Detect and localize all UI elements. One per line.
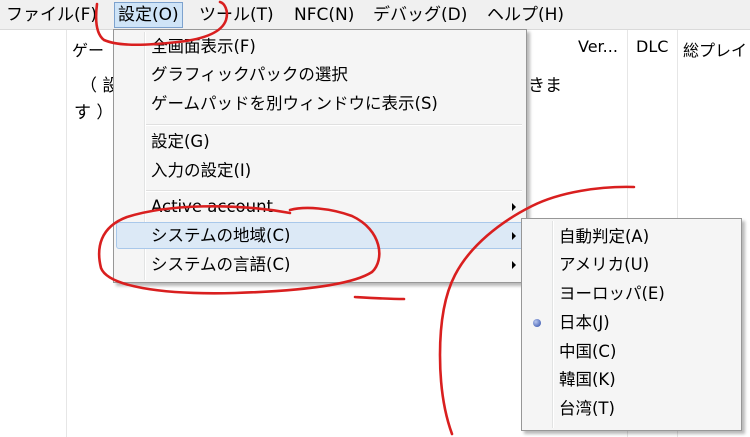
menu-item-system-language[interactable]: システムの言語(C) <box>116 251 524 278</box>
menu-item-label: アメリカ(U) <box>559 255 650 274</box>
menu-separator <box>146 190 522 192</box>
column-game-name[interactable]: ゲー <box>72 37 104 61</box>
settings-dropdown: 全画面表示(F) グラフィックパックの選択 ゲームパッドを別ウィンドウに表示(S… <box>113 29 527 283</box>
submenu-arrow-icon <box>512 261 516 269</box>
menu-item-graphics-pack[interactable]: グラフィックパックの選択 <box>116 61 524 88</box>
radio-selected-icon <box>533 319 541 327</box>
column-version[interactable]: Ver... <box>578 37 618 56</box>
column-divider <box>66 30 67 437</box>
menu-item-label: システムの言語(C) <box>151 255 291 274</box>
menu-item-gamepad-window[interactable]: ゲームパッドを別ウィンドウに表示(S) <box>116 90 524 117</box>
empty-list-message: す ） <box>74 103 114 123</box>
menu-tools[interactable]: ツール(T) <box>196 2 277 28</box>
menu-item-label: 自動判定(A) <box>559 227 650 246</box>
menu-settings[interactable]: 設定(O) <box>114 2 183 28</box>
region-item-europe[interactable]: ヨーロッパ(E) <box>524 280 739 307</box>
region-item-china[interactable]: 中国(C) <box>524 338 739 365</box>
menu-separator <box>146 124 522 126</box>
menu-item-label: 韓国(K) <box>559 370 616 389</box>
menu-debug[interactable]: デバッグ(D) <box>370 2 470 28</box>
menu-item-label: Active account <box>151 197 274 216</box>
region-item-taiwan[interactable]: 台湾(T) <box>524 395 739 422</box>
menu-item-label: グラフィックパックの選択 <box>151 65 348 84</box>
menu-item-label: 中国(C) <box>559 342 617 361</box>
menu-item-label: 全画面表示(F) <box>151 37 256 56</box>
menu-nfc[interactable]: NFC(N) <box>291 2 357 28</box>
menu-item-label: ヨーロッパ(E) <box>559 284 665 303</box>
empty-list-message: きま <box>528 76 562 96</box>
menu-item-input-settings[interactable]: 入力の設定(I) <box>116 157 524 184</box>
menu-item-label: ゲームパッドを別ウィンドウに表示(S) <box>151 94 438 113</box>
menu-item-label: 日本(J) <box>559 313 610 332</box>
region-item-usa[interactable]: アメリカ(U) <box>524 251 739 278</box>
menu-item-fullscreen[interactable]: 全画面表示(F) <box>116 33 524 60</box>
column-dlc[interactable]: DLC <box>636 37 668 56</box>
region-item-korea[interactable]: 韓国(K) <box>524 366 739 393</box>
submenu-arrow-icon <box>512 232 516 240</box>
menu-item-system-region[interactable]: システムの地域(C) <box>116 222 524 249</box>
menu-item-label: 入力の設定(I) <box>151 161 252 180</box>
region-item-auto[interactable]: 自動判定(A) <box>524 223 739 250</box>
menu-item-settings[interactable]: 設定(G) <box>116 128 524 155</box>
column-total-playtime[interactable]: 総プレイ <box>683 37 747 61</box>
menu-bar: ファイル(F) 設定(O) ツール(T) NFC(N) デバッグ(D) ヘルプ(… <box>0 0 750 30</box>
menu-file[interactable]: ファイル(F) <box>3 2 100 28</box>
menu-item-label: 設定(G) <box>151 132 210 151</box>
region-submenu: 自動判定(A) アメリカ(U) ヨーロッパ(E) 日本(J) 中国(C) 韓国(… <box>521 218 742 431</box>
menu-help[interactable]: ヘルプ(H) <box>484 2 567 28</box>
region-item-japan[interactable]: 日本(J) <box>524 309 739 336</box>
submenu-arrow-icon <box>512 203 516 211</box>
menu-item-label: システムの地域(C) <box>151 226 291 245</box>
menu-item-label: 台湾(T) <box>559 399 615 418</box>
menu-item-active-account[interactable]: Active account <box>116 193 524 220</box>
